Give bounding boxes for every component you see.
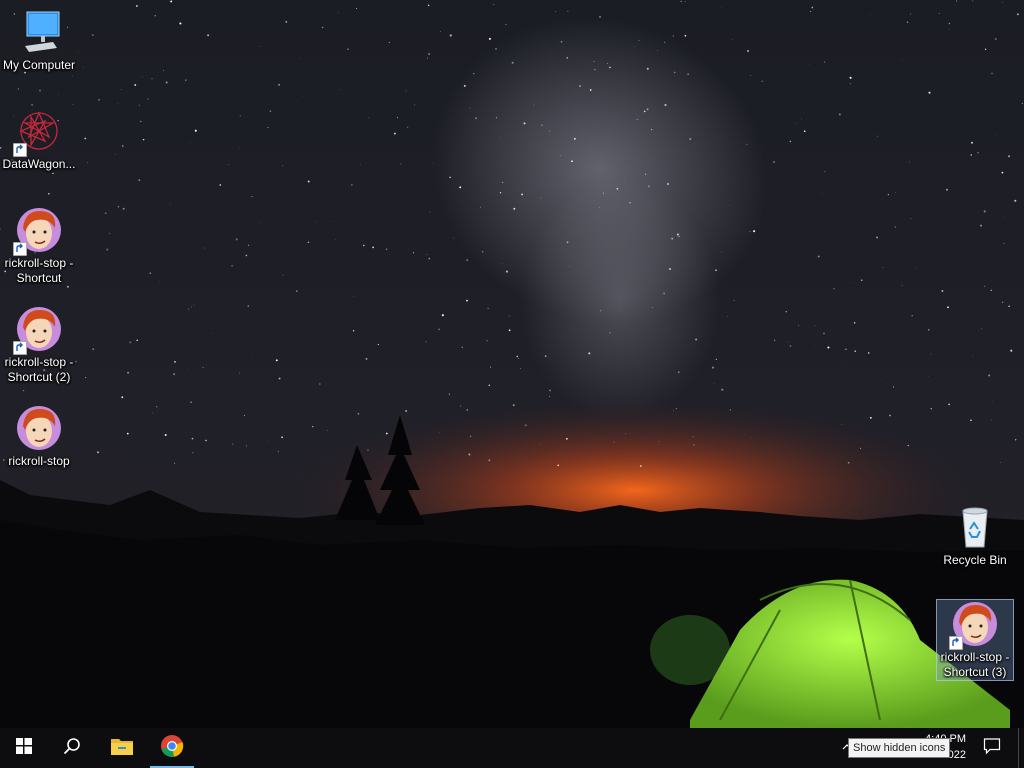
desktop-icon-rickroll-stop-shortcut-2[interactable]: rickroll-stop - Shortcut (2) [1,305,77,385]
shortcut-arrow-icon [13,242,27,256]
desktop-wallpaper [0,0,1024,728]
desktop-icon-my-computer[interactable]: My Computer [1,8,77,73]
windows-start-icon [16,737,32,759]
shortcut-arrow-icon [949,636,963,650]
rickroll-face-icon [13,206,63,256]
shortcut-arrow-icon [13,143,27,157]
notification-icon [983,737,1001,760]
recycle-bin-icon [951,503,999,551]
datawagon-icon [13,107,63,157]
desktop-icon-label: Recycle Bin [943,553,1007,567]
action-center-button[interactable] [972,728,1012,768]
desktop-icon-label: rickroll-stop - Shortcut (3) [940,650,1010,679]
desktop-icon-label: My Computer [2,58,76,72]
search-icon [63,737,81,760]
search-button[interactable] [48,728,96,768]
desktop-icon-datawagon[interactable]: DataWagon... [1,107,77,172]
rickroll-face-icon [15,404,63,452]
chrome-button[interactable] [148,728,196,768]
desktop-icon-rickroll-stop[interactable]: rickroll-stop [1,404,77,469]
computer-icon [15,8,63,56]
file-explorer-icon [110,736,134,761]
desktop-icon-label: DataWagon... [2,157,76,171]
desktop-icon-rickroll-stop-shortcut-3[interactable]: rickroll-stop - Shortcut (3) [936,599,1014,681]
rickroll-face-icon [949,600,999,650]
desktop-icon-label: rickroll-stop - Shortcut [4,256,74,285]
chrome-icon [160,734,184,763]
show-desktop-button[interactable] [1018,728,1024,768]
start-button[interactable] [0,728,48,768]
rickroll-face-icon [13,305,63,355]
tooltip: Show hidden icons [848,738,951,758]
desktop-icon-label: rickroll-stop - Shortcut (2) [4,355,74,384]
desktop-icon-label: rickroll-stop [8,454,70,468]
desktop-icon-recycle-bin[interactable]: Recycle Bin [937,503,1013,568]
desktop-icon-rickroll-stop-shortcut[interactable]: rickroll-stop - Shortcut [1,206,77,286]
shortcut-arrow-icon [13,341,27,355]
file-explorer-button[interactable] [98,728,146,768]
